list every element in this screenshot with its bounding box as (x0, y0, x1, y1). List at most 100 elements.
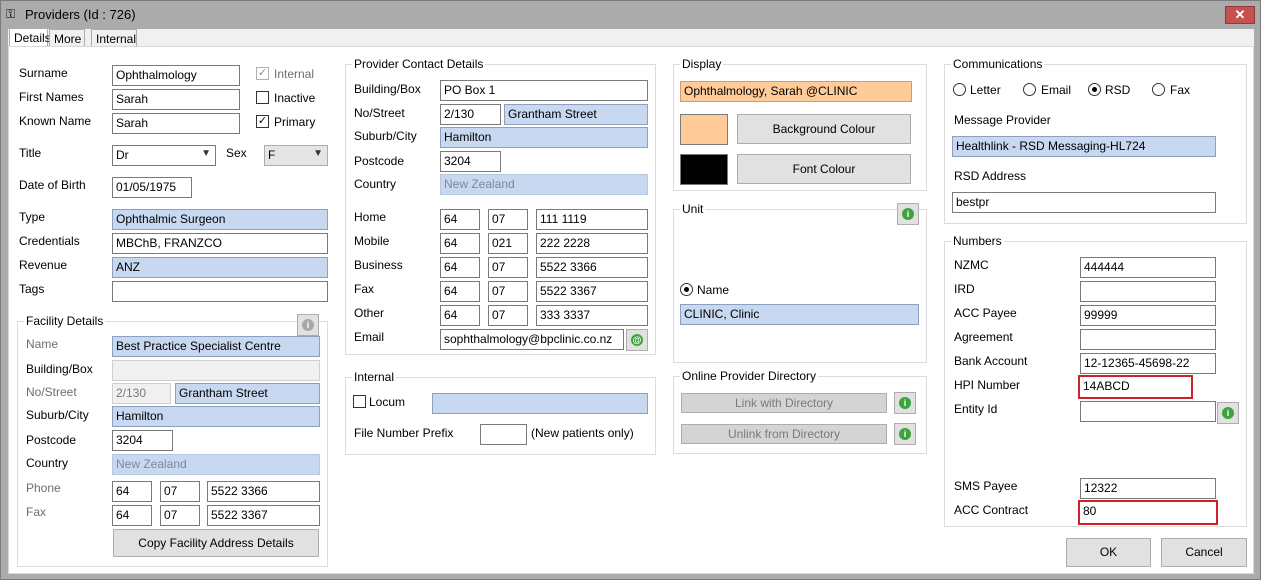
dob-field[interactable]: 01/05/1975 (112, 177, 192, 198)
unit-name-radio[interactable] (680, 283, 693, 296)
facility-box-label: Building/Box (26, 362, 93, 376)
home-label: Home (354, 210, 387, 224)
background-colour-swatch (680, 114, 728, 145)
contact-suburb-field[interactable]: Hamilton (440, 127, 648, 148)
first-names-field[interactable]: Sarah (112, 89, 240, 110)
other-number[interactable]: 333 3337 (536, 305, 648, 326)
background-colour-button[interactable]: Background Colour (737, 114, 911, 144)
home-area[interactable]: 07 (488, 209, 528, 230)
first-names-label: First Names (19, 90, 84, 104)
facility-street-field[interactable]: Grantham Street (175, 383, 320, 404)
email-field[interactable]: sophthalmology@bpclinic.co.nz (440, 329, 624, 350)
cancel-button[interactable]: Cancel (1161, 538, 1247, 567)
acc-payee-field[interactable]: 99999 (1080, 305, 1216, 326)
tab-internal[interactable]: Internal (91, 29, 137, 47)
email-radio[interactable] (1023, 83, 1036, 96)
rsd-address-field[interactable]: bestpr (952, 192, 1216, 213)
file-prefix-field[interactable] (480, 424, 527, 445)
rsd-address-label: RSD Address (954, 169, 1027, 183)
copy-facility-address-button[interactable]: Copy Facility Address Details (113, 529, 319, 557)
contact-postcode-field[interactable]: 3204 (440, 151, 501, 172)
acc-contract-field[interactable]: 80 (1078, 500, 1218, 525)
surname-field[interactable]: Ophthalmology (112, 65, 240, 86)
dialog-client: Details More Internal Surname Ophthalmol… (8, 28, 1254, 574)
contact-box-field[interactable]: PO Box 1 (440, 80, 648, 101)
other-country[interactable]: 64 (440, 305, 480, 326)
directory-group-title: Online Provider Directory (680, 369, 819, 383)
facility-phone-number[interactable]: 5522 3366 (207, 481, 320, 502)
entity-id-field[interactable] (1080, 401, 1216, 422)
link-directory-info-button[interactable]: i (894, 392, 916, 414)
internal-checkbox[interactable]: ✓ (256, 67, 269, 80)
key-icon: ⚿ (6, 7, 16, 21)
facility-phone-label: Phone (26, 481, 61, 495)
facility-postcode-label: Postcode (26, 433, 77, 447)
unlink-directory-info-button[interactable]: i (894, 423, 916, 445)
facility-fax-area[interactable]: 07 (160, 505, 200, 526)
unit-name-field[interactable]: CLINIC, Clinic (680, 304, 919, 325)
font-colour-button[interactable]: Font Colour (737, 154, 911, 184)
link-with-directory-button[interactable]: Link with Directory (681, 393, 887, 413)
close-button[interactable]: ✕ (1225, 6, 1255, 24)
tags-field[interactable] (112, 281, 328, 302)
facility-phone-area[interactable]: 07 (160, 481, 200, 502)
revenue-field[interactable]: ANZ (112, 257, 328, 278)
type-field[interactable]: Ophthalmic Surgeon (112, 209, 328, 230)
facility-info-button[interactable]: i (297, 314, 319, 336)
locum-field[interactable] (432, 393, 648, 414)
facility-name-field[interactable]: Best Practice Specialist Centre (112, 336, 320, 357)
contact-street-field[interactable]: Grantham Street (504, 104, 648, 125)
home-number[interactable]: 111 1119 (536, 209, 648, 230)
facility-group-title: Facility Details (24, 314, 106, 328)
business-number[interactable]: 5522 3366 (536, 257, 648, 278)
locum-checkbox[interactable] (353, 395, 366, 408)
contact-no-field[interactable]: 2/130 (440, 104, 501, 125)
message-provider-field[interactable]: Healthlink - RSD Messaging-HL724 (952, 136, 1216, 157)
unit-info-button[interactable]: i (897, 203, 919, 225)
ird-field[interactable] (1080, 281, 1216, 302)
contact-fax-number[interactable]: 5522 3367 (536, 281, 648, 302)
send-email-button[interactable]: @ (626, 329, 648, 351)
facility-phone-country[interactable]: 64 (112, 481, 152, 502)
primary-checkbox[interactable]: ✓ (256, 115, 269, 128)
letter-radio[interactable] (953, 83, 966, 96)
fax-radio[interactable] (1152, 83, 1165, 96)
credentials-field[interactable]: MBChB, FRANZCO (112, 233, 328, 254)
entity-id-info-button[interactable]: i (1217, 402, 1239, 424)
facility-fax-number[interactable]: 5522 3367 (207, 505, 320, 526)
contact-fax-area[interactable]: 07 (488, 281, 528, 302)
mobile-number[interactable]: 222 2228 (536, 233, 648, 254)
sms-payee-field[interactable]: 12322 (1080, 478, 1216, 499)
other-area[interactable]: 07 (488, 305, 528, 326)
known-name-field[interactable]: Sarah (112, 113, 240, 134)
unlink-from-directory-button[interactable]: Unlink from Directory (681, 424, 887, 444)
tab-details[interactable]: Details (9, 28, 51, 48)
locum-label: Locum (369, 395, 406, 409)
business-area[interactable]: 07 (488, 257, 528, 278)
contact-group-title: Provider Contact Details (352, 57, 486, 71)
details-tab-pane: Surname Ophthalmology First Names Sarah … (8, 46, 1254, 574)
mobile-area[interactable]: 021 (488, 233, 528, 254)
facility-postcode-field[interactable]: 3204 (112, 430, 173, 451)
inactive-checkbox[interactable] (256, 91, 269, 104)
sex-select[interactable]: F ▼ (264, 145, 328, 166)
business-country[interactable]: 64 (440, 257, 480, 278)
ok-button[interactable]: OK (1066, 538, 1151, 567)
contact-country-label: Country (354, 177, 397, 191)
rsd-radio[interactable] (1088, 83, 1101, 96)
hpi-number-field[interactable]: 14ABCD (1078, 375, 1193, 399)
tab-more[interactable]: More (49, 29, 85, 47)
contact-postcode-label: Postcode (354, 154, 405, 168)
agreement-field[interactable] (1080, 329, 1216, 350)
facility-fax-country[interactable]: 64 (112, 505, 152, 526)
comms-group-title: Communications (951, 57, 1045, 71)
home-country[interactable]: 64 (440, 209, 480, 230)
facility-suburb-field[interactable]: Hamilton (112, 406, 320, 427)
nzmc-field[interactable]: 444444 (1080, 257, 1216, 278)
contact-fax-country[interactable]: 64 (440, 281, 480, 302)
mobile-country[interactable]: 64 (440, 233, 480, 254)
inactive-label: Inactive (274, 91, 316, 105)
bank-account-field[interactable]: 12-12365-45698-22 (1080, 353, 1216, 374)
title-select[interactable]: Dr ▼ (112, 145, 216, 166)
bank-account-label: Bank Account (954, 354, 1028, 368)
